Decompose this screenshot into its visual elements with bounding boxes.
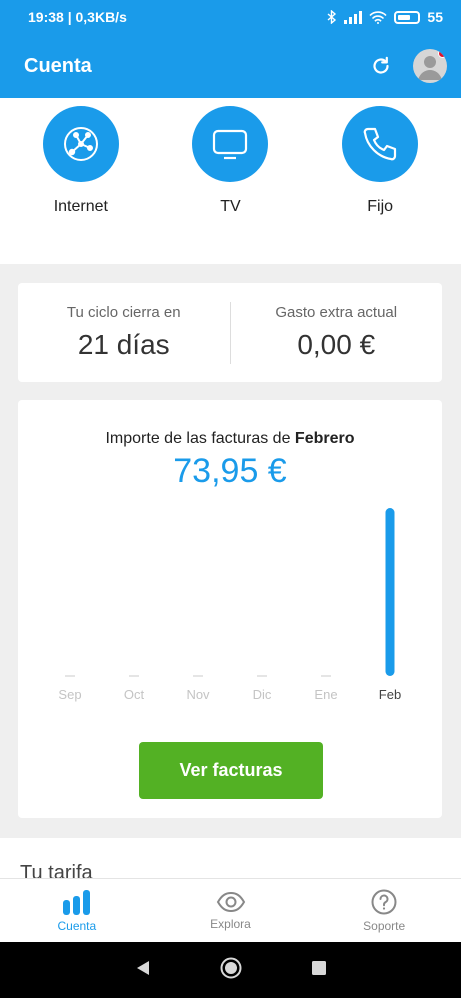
back-button[interactable]	[135, 960, 151, 981]
cycle-closes-value: 21 días	[77, 329, 170, 360]
services-row: Internet TV Fijo	[0, 98, 461, 264]
service-fijo[interactable]: Fijo	[320, 106, 440, 264]
service-fijo-label: Fijo	[367, 198, 394, 215]
extra-spend: Gasto extra actual 0,00 €	[231, 304, 443, 361]
wifi-icon	[369, 10, 388, 24]
bluetooth-icon	[327, 10, 337, 24]
cycle-closes: Tu ciclo cierra en 21 días	[18, 304, 230, 361]
bills-amount: 73,95 €	[173, 452, 287, 490]
nav-explora-label: Explora	[210, 916, 251, 931]
extra-spend-value: 0,00 €	[297, 329, 376, 360]
chart-tick-feb: Feb	[379, 687, 401, 702]
service-tv-label: TV	[220, 198, 241, 215]
status-icons: 55	[327, 9, 443, 25]
chart-tick-oct: Oct	[124, 687, 145, 702]
phone-icon	[363, 127, 397, 161]
battery-icon	[394, 10, 421, 24]
help-icon	[371, 889, 397, 914]
recents-button[interactable]	[312, 960, 327, 980]
app-bar: Cuenta	[0, 34, 461, 98]
bills-heading: Importe de las facturas de Febrero	[18, 430, 442, 448]
bills-chart: Sep Oct Nov Dic Ene Feb	[58, 508, 401, 702]
tv-icon	[213, 129, 248, 160]
status-bar: 19:38 | 0,3KB/s 55	[0, 0, 461, 34]
back-icon	[136, 960, 149, 975]
nav-cuenta[interactable]: Cuenta	[0, 879, 154, 942]
avatar[interactable]	[413, 49, 447, 83]
bar-chart-icon	[62, 889, 90, 915]
tarifa-heading: Tu tarifa	[20, 862, 93, 878]
home-icon	[220, 957, 242, 978]
chart-bar-feb	[385, 508, 395, 676]
nav-explora[interactable]: Explora	[154, 879, 308, 942]
chart-tick-dic: Dic	[253, 687, 272, 702]
refresh-icon	[373, 56, 389, 74]
extra-spend-label: Gasto extra actual	[275, 304, 398, 321]
recents-icon	[312, 960, 327, 975]
service-internet-label: Internet	[53, 198, 108, 215]
service-tv-circle	[192, 106, 269, 182]
notification-dot	[438, 49, 447, 58]
nav-soporte-label: Soporte	[363, 918, 406, 933]
home-button[interactable]	[220, 957, 242, 984]
bills-card: Importe de las facturas de Febrero 73,95…	[18, 400, 442, 818]
service-internet[interactable]: Internet	[21, 106, 141, 264]
chart-tick-sep: Sep	[58, 687, 81, 702]
system-nav-bar	[0, 942, 461, 998]
view-bills-button[interactable]: Ver facturas	[139, 742, 323, 799]
battery-level: 55	[427, 9, 443, 25]
chart-tick-nov: Nov	[186, 687, 210, 702]
tarifa-section: Tu tarifa	[0, 838, 461, 878]
service-tv[interactable]: TV	[170, 106, 290, 264]
refresh-button[interactable]	[369, 54, 393, 78]
network-icon	[63, 127, 98, 161]
cycle-closes-label: Tu ciclo cierra en	[66, 304, 181, 321]
signal-icon	[344, 10, 363, 24]
bottom-nav: Cuenta Explora Soporte	[0, 878, 461, 942]
eye-icon	[216, 891, 245, 912]
service-fijo-circle	[342, 106, 419, 182]
cycle-card: Tu ciclo cierra en 21 días Gasto extra a…	[18, 283, 442, 382]
page-title: Cuenta	[24, 54, 92, 77]
nav-cuenta-label: Cuenta	[57, 918, 97, 933]
service-internet-circle	[42, 106, 119, 182]
bills-heading-month: Febrero	[294, 430, 355, 447]
chart-tick-ene: Ene	[314, 687, 337, 702]
nav-soporte[interactable]: Soporte	[307, 879, 461, 942]
status-time: 19:38 | 0,3KB/s	[28, 9, 127, 25]
bills-heading-prefix: Importe de las facturas de	[105, 430, 291, 447]
